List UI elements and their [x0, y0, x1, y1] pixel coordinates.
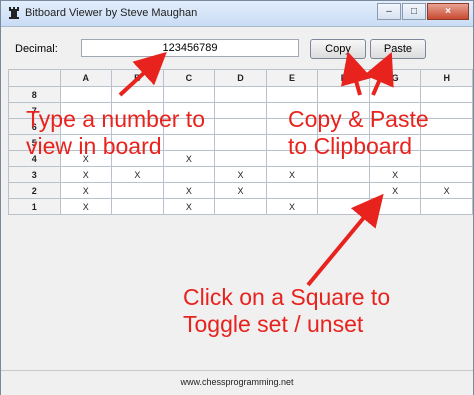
annotation-copy-paste-line1: Copy & Paste	[288, 106, 429, 132]
arrow-icon	[341, 51, 372, 96]
annotation-click-square-line2: Toggle set / unset	[183, 311, 364, 337]
arrow-icon	[364, 52, 394, 96]
annotation-copy-paste-line2: to Clipboard	[288, 133, 413, 159]
arrow-icon	[118, 51, 167, 97]
annotation-type-number-line1: Type a number to	[26, 106, 205, 132]
annotation-type-number-line2: view in board	[26, 133, 162, 159]
arrow-icon	[306, 193, 384, 287]
annotation-click-square-line1: Click on a Square to	[183, 284, 391, 310]
